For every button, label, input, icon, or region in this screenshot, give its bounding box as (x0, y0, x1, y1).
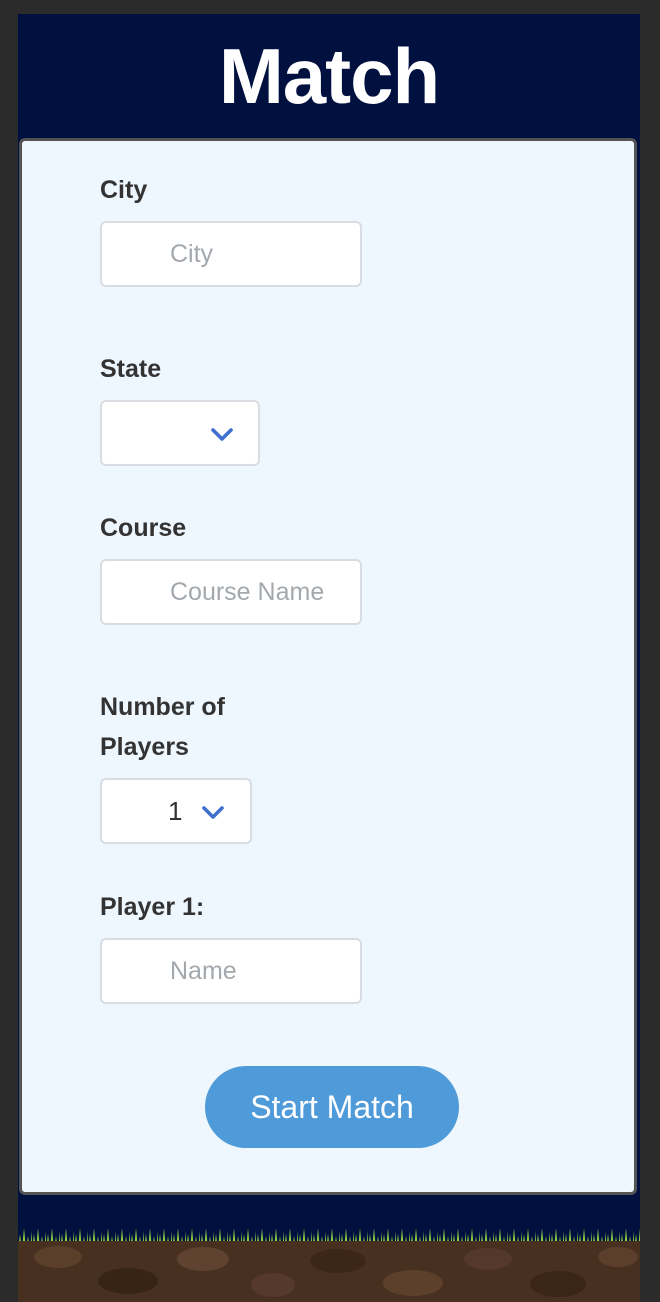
state-label: State (100, 355, 162, 383)
dirt-ground-decoration (18, 1241, 640, 1302)
header-bar: Match (18, 14, 640, 136)
course-label: Course (100, 514, 187, 542)
player-1-placeholder: Name (170, 956, 237, 985)
match-form-card: City City State Course Course Name Numbe… (19, 138, 637, 1195)
players-label-line-2: Players (100, 733, 189, 761)
city-input[interactable]: City (100, 221, 362, 287)
state-select[interactable] (100, 400, 260, 466)
chevron-down-icon (202, 806, 224, 819)
player-1-label: Player 1: (100, 893, 205, 921)
players-selected-value: 1 (168, 796, 183, 826)
city-label: City (100, 176, 148, 204)
course-input[interactable]: Course Name (100, 559, 362, 625)
player-1-name-input[interactable]: Name (100, 938, 362, 1004)
start-match-button[interactable]: Start Match (205, 1066, 459, 1148)
players-label-line-1: Number of (100, 693, 225, 721)
match-screen: Match City City State Course Course Name… (18, 14, 640, 1302)
players-select[interactable]: 1 (100, 778, 252, 844)
city-placeholder: City (170, 239, 214, 268)
page-title: Match (218, 32, 440, 120)
course-placeholder: Course Name (170, 577, 325, 606)
chevron-down-icon (211, 428, 233, 441)
